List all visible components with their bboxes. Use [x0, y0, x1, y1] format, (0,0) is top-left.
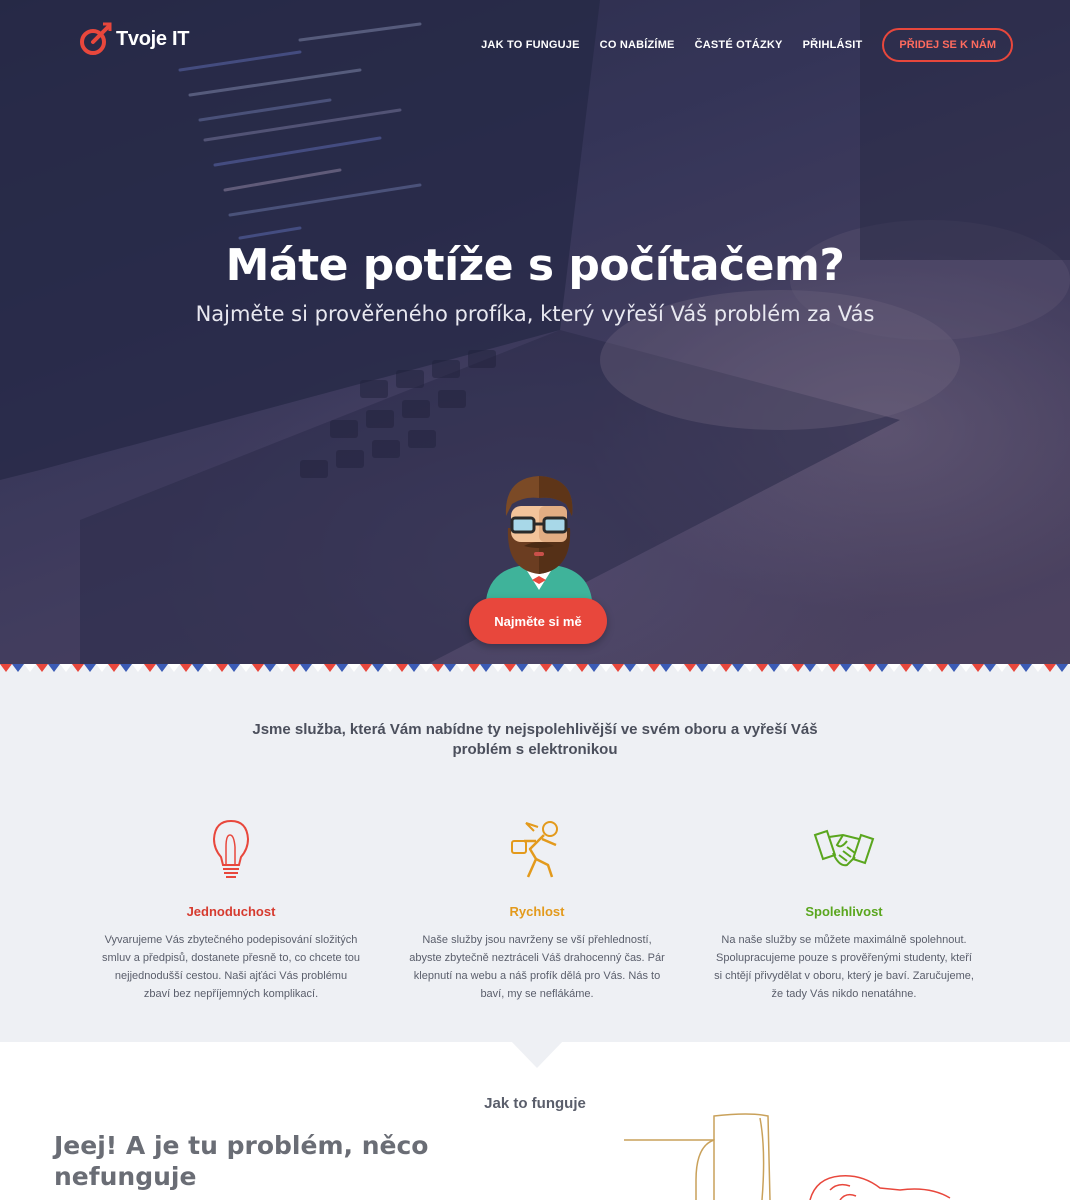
nav-link-how-it-works[interactable]: JAK TO FUNGUJE	[481, 39, 580, 51]
nav-links: JAK TO FUNGUJE CO NABÍZÍME ČASTÉ OTÁZKY …	[481, 28, 1013, 62]
feature-reliability: Spolehlivost Na naše služby se můžete ma…	[709, 816, 979, 1003]
hire-me-button[interactable]: Najměte si mě	[469, 598, 607, 644]
wrench-logo-icon	[80, 22, 112, 55]
feature-speed: Rychlost Naše služby jsou navrženy se vš…	[402, 816, 672, 1003]
hipster-mascot-icon	[486, 476, 592, 600]
handshake-icon	[813, 829, 875, 867]
airmail-border	[0, 664, 1070, 676]
logo-text: Tvoje IT	[116, 27, 190, 50]
hero-section: Tvoje IT JAK TO FUNGUJE CO NABÍZÍME ČAST…	[0, 0, 1070, 668]
feature-title: Rychlost	[509, 904, 565, 919]
feature-text: Naše služby jsou navrženy se vší přehled…	[409, 934, 665, 1000]
logo[interactable]: Tvoje IT	[78, 22, 189, 56]
hero-title: Máte potíže s počítačem?	[225, 240, 845, 291]
feature-title: Spolehlivost	[805, 904, 883, 919]
nav-link-faq[interactable]: ČASTÉ OTÁZKY	[695, 39, 783, 51]
feature-title: Jednoduchost	[186, 904, 276, 919]
feature-simplicity: Jednoduchost Vyvarujeme Vás zbytečného p…	[96, 816, 366, 1003]
nav-link-login[interactable]: PŘIHLÁSIT	[803, 39, 863, 51]
top-navigation: Tvoje IT JAK TO FUNGUJE CO NABÍZÍME ČAST…	[0, 0, 1070, 90]
lightbulb-icon	[212, 819, 250, 878]
feature-text: Na naše služby se můžete maximálně spole…	[714, 934, 974, 1000]
features-intro: Jsme služba, která Vám nabídne ty nejspo…	[252, 721, 818, 758]
running-man-icon	[511, 821, 558, 878]
hero-subtitle: Najměte si prověřeného profíka, který vy…	[195, 302, 875, 326]
feature-text: Vyvarujeme Vás zbytečného podepisování s…	[101, 934, 361, 1000]
nav-link-what-we-offer[interactable]: CO NABÍZÍME	[600, 39, 675, 51]
broken-computer-illustration	[624, 1113, 951, 1200]
how-it-works-heading: Jeej! A je tu problém, něco nefunguje	[54, 1131, 429, 1191]
section-pointer	[510, 1040, 564, 1068]
features-section: Jsme služba, která Vám nabídne ty nejspo…	[0, 676, 1070, 1042]
join-us-button[interactable]: PŘIDEJ SE K NÁM	[882, 28, 1013, 62]
